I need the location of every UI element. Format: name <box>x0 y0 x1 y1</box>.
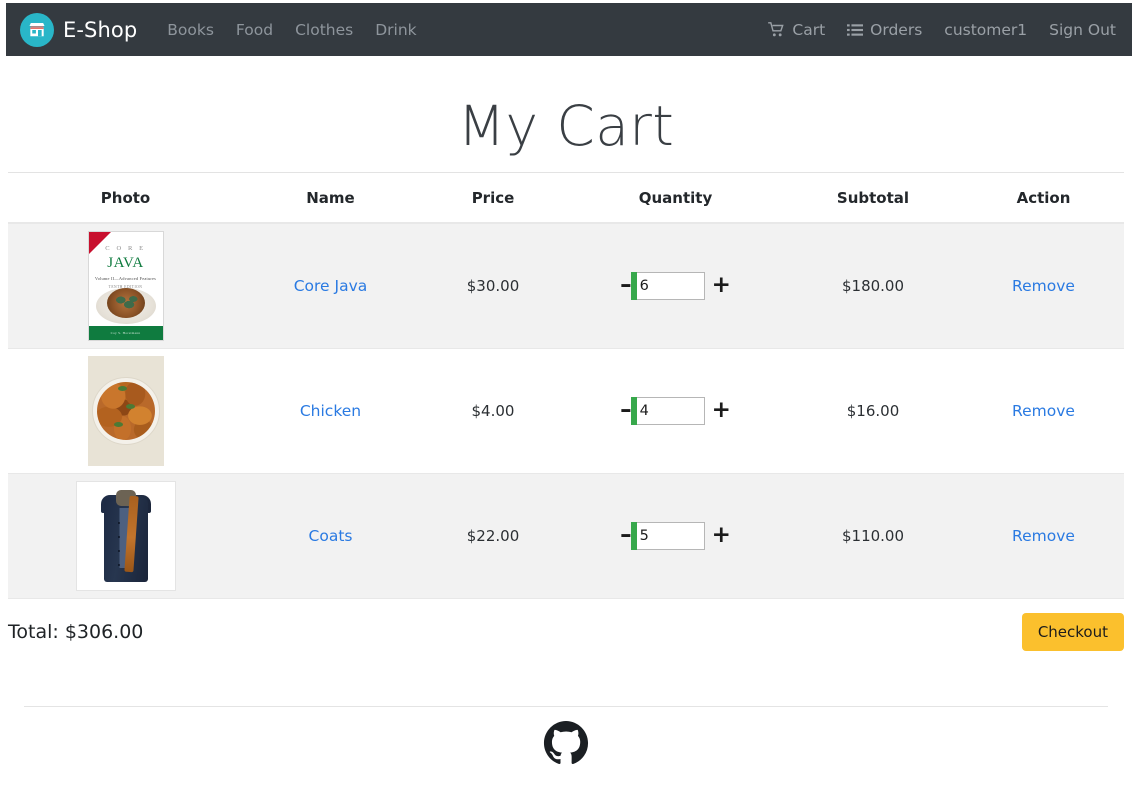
cell-quantity: – + <box>568 473 783 599</box>
quantity-stepper: – + <box>569 271 782 300</box>
product-thumbnail[interactable] <box>9 480 242 591</box>
cell-name: Coats <box>243 473 418 599</box>
nav-link-username[interactable]: customer1 <box>944 21 1027 39</box>
cell-quantity: – + <box>568 348 783 474</box>
remove-item-link[interactable]: Remove <box>1012 402 1075 420</box>
cell-action: Remove <box>963 348 1124 474</box>
remove-item-link[interactable]: Remove <box>1012 527 1075 545</box>
book-java-text: JAVA <box>107 254 144 271</box>
cell-action: Remove <box>963 473 1124 599</box>
cell-subtotal: $110.00 <box>783 473 963 599</box>
page-title: My Cart <box>457 93 675 158</box>
cart-summary-bar: Total: $306.00 Checkout <box>8 598 1124 666</box>
table-row: Chicken $4.00 – + $16.00 Remove <box>8 348 1124 474</box>
table-body: C O R E JAVA Volume II—Advanced Features… <box>8 223 1124 599</box>
book-author-text: Cay S. Horstmann <box>110 330 141 335</box>
nav-right-group: Cart Orders customer1 Sign Out <box>768 21 1116 39</box>
quantity-input[interactable] <box>636 522 704 549</box>
quantity-input-wrapper <box>630 271 705 300</box>
cart-total-label: Total: $306.00 <box>8 621 144 643</box>
cart-table: Photo Name Price Quantity Subtotal Actio… <box>8 172 1124 599</box>
cell-subtotal: $180.00 <box>783 223 963 349</box>
cell-name: Chicken <box>243 348 418 474</box>
table-row: C O R E JAVA Volume II—Advanced Features… <box>8 223 1124 349</box>
cell-price: $4.00 <box>418 348 568 474</box>
chicken-plate-photo <box>87 355 164 466</box>
cell-photo <box>8 348 243 474</box>
nav-link-clothes[interactable]: Clothes <box>295 21 353 39</box>
nav-link-food[interactable]: Food <box>236 21 273 39</box>
footer-divider <box>24 706 1108 707</box>
quantity-increase-button[interactable]: + <box>712 399 731 422</box>
cell-price: $22.00 <box>418 473 568 599</box>
cell-quantity: – + <box>568 223 783 349</box>
list-ul-icon <box>847 23 864 37</box>
column-header-price: Price <box>418 172 568 224</box>
cell-action: Remove <box>963 223 1124 349</box>
brand-name: E-Shop <box>63 17 138 42</box>
table-header: Photo Name Price Quantity Subtotal Actio… <box>8 172 1124 224</box>
cart-page: E-Shop Books Food Clothes Drink Cart Ord… <box>0 0 1132 791</box>
github-link[interactable] <box>543 720 589 771</box>
book-coffee-globe-shape <box>106 287 145 318</box>
herb-garnish-icon <box>113 421 123 427</box>
quantity-stepper: – + <box>569 396 782 425</box>
table-header-row: Photo Name Price Quantity Subtotal Actio… <box>8 172 1124 224</box>
quantity-increase-button[interactable]: + <box>712 524 731 547</box>
checkout-button[interactable]: Checkout <box>1021 613 1124 651</box>
quantity-input-wrapper <box>630 521 705 550</box>
herb-garnish-icon <box>125 403 135 409</box>
shopping-cart-icon <box>768 22 785 37</box>
column-header-action: Action <box>963 172 1124 224</box>
nav-links: Books Food Clothes Drink <box>167 21 416 39</box>
nav-link-drink[interactable]: Drink <box>375 21 416 39</box>
nav-link-orders-label: Orders <box>870 20 923 39</box>
product-thumbnail[interactable]: C O R E JAVA Volume II—Advanced Features… <box>9 230 242 341</box>
column-header-name: Name <box>243 172 418 224</box>
column-header-subtotal: Subtotal <box>783 172 963 224</box>
table-row: Coats $22.00 – + $110.00 Remove <box>8 473 1124 599</box>
cell-photo <box>8 473 243 599</box>
herb-garnish-icon <box>117 385 127 391</box>
cell-price: $30.00 <box>418 223 568 349</box>
quantity-input-wrapper <box>630 396 705 425</box>
nav-link-cart-label: Cart <box>792 20 826 39</box>
product-name-link[interactable]: Coats <box>309 527 353 545</box>
nav-link-books[interactable]: Books <box>167 21 214 39</box>
nav-link-orders[interactable]: Orders <box>847 21 922 39</box>
quantity-input[interactable] <box>636 397 704 424</box>
product-name-link[interactable]: Core Java <box>294 277 368 295</box>
footer <box>0 720 1132 771</box>
remove-item-link[interactable]: Remove <box>1012 277 1075 295</box>
product-thumbnail[interactable] <box>9 355 242 466</box>
nav-link-cart[interactable]: Cart <box>768 21 825 39</box>
column-header-photo: Photo <box>8 172 243 224</box>
quantity-stepper: – + <box>569 521 782 550</box>
navy-coat-photo <box>75 480 176 591</box>
nav-link-sign-out[interactable]: Sign Out <box>1049 21 1116 39</box>
core-java-book-cover: C O R E JAVA Volume II—Advanced Features… <box>87 230 164 341</box>
brand[interactable]: E-Shop <box>20 12 138 47</box>
book-core-text: C O R E <box>105 244 146 252</box>
shop-storefront-icon <box>20 12 54 47</box>
quantity-input[interactable] <box>636 272 704 299</box>
book-volume-text: Volume II—Advanced Features <box>94 275 157 281</box>
github-octocat-icon <box>543 720 589 770</box>
column-header-quantity: Quantity <box>568 172 783 224</box>
book-bottom-band: Cay S. Horstmann <box>88 325 163 340</box>
cell-subtotal: $16.00 <box>783 348 963 474</box>
cell-photo: C O R E JAVA Volume II—Advanced Features… <box>8 223 243 349</box>
cell-name: Core Java <box>243 223 418 349</box>
product-name-link[interactable]: Chicken <box>300 402 361 420</box>
quantity-increase-button[interactable]: + <box>712 274 731 297</box>
navbar: E-Shop Books Food Clothes Drink Cart Ord… <box>6 3 1132 56</box>
